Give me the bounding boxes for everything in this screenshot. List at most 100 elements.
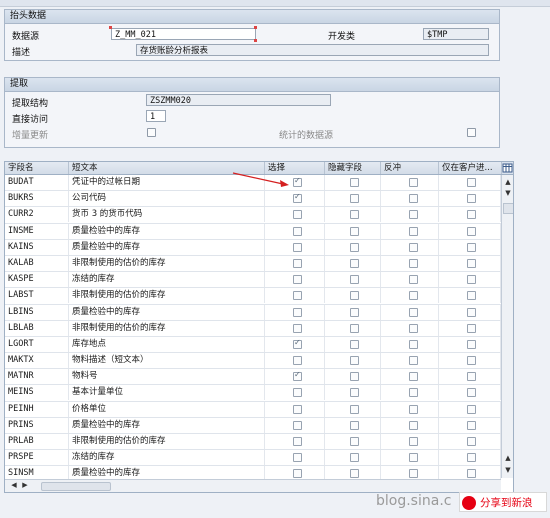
select-checkbox[interactable] (293, 275, 302, 285)
customer-checkbox[interactable] (467, 178, 476, 187)
reverse-checkbox[interactable] (409, 307, 418, 317)
reverse-checkbox[interactable] (409, 437, 418, 446)
table-row[interactable]: LBLAB 非限制使用的估价的库存 (5, 320, 501, 337)
customer-checkbox[interactable] (467, 194, 476, 204)
hide-checkbox[interactable] (350, 356, 359, 366)
table-row[interactable]: KALAB 非限制使用的估价的库存 (5, 255, 501, 273)
scroll-up-icon[interactable]: ▲ (502, 453, 513, 464)
hide-checkbox[interactable] (350, 469, 359, 479)
table-row[interactable]: PRSPE 冻结的库存 (5, 450, 501, 467)
table-row[interactable]: MAKTX 物料描述（短文本） (5, 353, 501, 370)
reverse-checkbox[interactable] (409, 210, 418, 220)
scroll-up-icon[interactable]: ▲ (502, 177, 513, 188)
table-row[interactable]: MEINS 基本计量单位 (5, 385, 501, 402)
extract-structure-field[interactable]: ZSZMM020 (146, 94, 331, 106)
table-row[interactable]: PRLAB 非限制使用的估价的库存 (5, 434, 501, 451)
reverse-checkbox[interactable] (409, 291, 418, 301)
table-row[interactable]: LGORT 库存地点 (5, 336, 501, 354)
table-row[interactable]: KASPE 冻结的库存 (5, 272, 501, 289)
table-row[interactable]: LABST 非限制使用的估价的库存 (5, 288, 501, 305)
hide-checkbox[interactable] (350, 323, 359, 333)
select-checkbox[interactable] (293, 242, 302, 252)
customer-checkbox[interactable] (467, 339, 476, 349)
horizontal-scrollbar[interactable]: ◀ ▶ (5, 479, 501, 492)
customer-checkbox[interactable] (467, 453, 476, 463)
reverse-checkbox[interactable] (409, 453, 418, 463)
select-checkbox[interactable] (293, 370, 302, 382)
scroll-down-icon[interactable]: ▼ (502, 188, 513, 199)
reverse-checkbox[interactable] (409, 372, 418, 382)
reverse-checkbox[interactable] (409, 356, 418, 366)
vertical-scrollbar[interactable]: ▲ ▼ ▲ ▼ (501, 175, 513, 478)
cumulative-checkbox[interactable] (467, 128, 476, 137)
reverse-checkbox[interactable] (409, 242, 418, 252)
table-row[interactable]: PRINS 质量检验中的库存 (5, 417, 501, 434)
select-checkbox[interactable] (293, 192, 302, 204)
scroll-thumb[interactable] (503, 203, 513, 214)
hide-checkbox[interactable] (350, 339, 359, 349)
hide-checkbox[interactable] (350, 275, 359, 285)
customer-checkbox[interactable] (467, 258, 476, 268)
select-checkbox[interactable] (293, 226, 302, 236)
reverse-checkbox[interactable] (409, 323, 418, 333)
select-checkbox[interactable] (293, 404, 302, 414)
scroll-right-icon[interactable]: ▶ (19, 480, 31, 491)
reverse-checkbox[interactable] (409, 258, 418, 268)
scroll-down-icon[interactable]: ▼ (502, 465, 513, 476)
table-row[interactable]: KAINS 质量检验中的库存 (5, 239, 501, 256)
table-row[interactable]: MATNR 物料号 (5, 369, 501, 386)
reverse-checkbox[interactable] (409, 388, 418, 398)
customer-checkbox[interactable] (467, 323, 476, 333)
col-customer[interactable]: 仅在客户进... (439, 162, 502, 174)
hide-checkbox[interactable] (350, 291, 359, 301)
col-fieldname[interactable]: 字段名 (5, 162, 69, 174)
table-row[interactable]: LBINS 质量检验中的库存 (5, 304, 501, 321)
direct-access-field[interactable]: 1 (146, 110, 166, 122)
column-settings-icon[interactable] (502, 162, 513, 174)
table-row[interactable]: PEINH 价格单位 (5, 401, 501, 418)
reverse-checkbox[interactable] (409, 339, 418, 349)
customer-checkbox[interactable] (467, 469, 476, 479)
reverse-checkbox[interactable] (409, 194, 418, 204)
reverse-checkbox[interactable] (409, 226, 418, 236)
customer-checkbox[interactable] (467, 307, 476, 317)
customer-checkbox[interactable] (467, 226, 476, 236)
hide-checkbox[interactable] (350, 258, 359, 268)
customer-checkbox[interactable] (467, 388, 476, 398)
reverse-checkbox[interactable] (409, 420, 418, 430)
customer-checkbox[interactable] (467, 356, 476, 366)
hide-checkbox[interactable] (350, 437, 359, 446)
customer-checkbox[interactable] (467, 291, 476, 301)
datasource-field[interactable]: Z_MM_021 (111, 28, 256, 40)
delta-update-checkbox[interactable] (147, 128, 156, 137)
select-checkbox[interactable] (293, 469, 302, 479)
select-checkbox[interactable] (293, 210, 302, 220)
hide-checkbox[interactable] (350, 404, 359, 414)
hide-checkbox[interactable] (350, 388, 359, 398)
select-checkbox[interactable] (293, 453, 302, 463)
select-checkbox[interactable] (293, 356, 302, 366)
hide-checkbox[interactable] (350, 226, 359, 236)
table-row[interactable]: CURR2 货币 3 的货币代码 (5, 207, 501, 224)
table-row[interactable]: INSME 质量检验中的库存 (5, 223, 501, 240)
hide-checkbox[interactable] (350, 178, 359, 187)
select-checkbox[interactable] (293, 388, 302, 398)
select-checkbox[interactable] (293, 307, 302, 317)
customer-checkbox[interactable] (467, 210, 476, 220)
customer-checkbox[interactable] (467, 372, 476, 382)
hide-checkbox[interactable] (350, 242, 359, 252)
select-checkbox[interactable] (293, 420, 302, 430)
select-checkbox[interactable] (293, 323, 302, 333)
share-to-sina-button[interactable]: 分享到新浪 (459, 492, 547, 512)
reverse-checkbox[interactable] (409, 275, 418, 285)
description-field[interactable]: 存货账龄分析报表 (136, 44, 489, 56)
col-reverse[interactable]: 反冲 (381, 162, 439, 174)
customer-checkbox[interactable] (467, 420, 476, 430)
hide-checkbox[interactable] (350, 372, 359, 382)
col-hide[interactable]: 隐藏字段 (325, 162, 381, 174)
reverse-checkbox[interactable] (409, 469, 418, 479)
horizontal-scroll-thumb[interactable] (41, 482, 111, 491)
select-checkbox[interactable] (293, 291, 302, 301)
select-checkbox[interactable] (293, 338, 302, 349)
customer-checkbox[interactable] (467, 275, 476, 285)
